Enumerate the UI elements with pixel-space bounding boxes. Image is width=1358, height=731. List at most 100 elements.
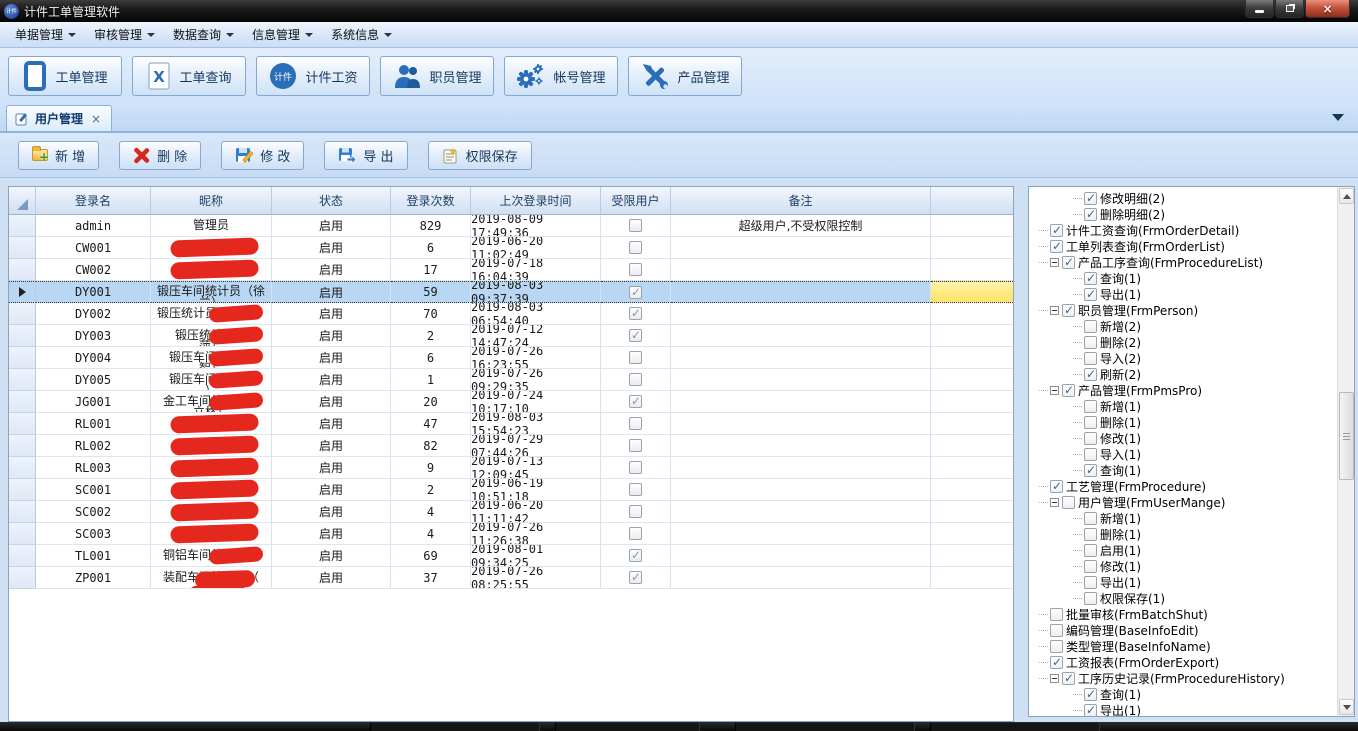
tree-item[interactable]: 查询(1)	[1029, 462, 1354, 478]
table-row[interactable]: DY004锻压车间主任（智）启用62019-07-26 16:23:55	[9, 347, 1013, 369]
tree-item[interactable]: 导入(2)	[1029, 350, 1354, 366]
tree-item[interactable]: 刷新(2)	[1029, 366, 1354, 382]
table-row[interactable]: DY001锻压车间统计员（徐兰）启用592019-08-03 09:37:39	[9, 281, 1013, 303]
tree-item[interactable]: 新增(2)	[1029, 318, 1354, 334]
tree-checkbox[interactable]	[1084, 400, 1097, 413]
tree-checkbox[interactable]	[1084, 288, 1097, 301]
menu-item-5[interactable]: 系统信息	[322, 22, 401, 47]
row-header-cell[interactable]	[9, 479, 36, 501]
tree-item[interactable]: 计件工资查询(FrmOrderDetail)	[1029, 222, 1354, 238]
tree-item[interactable]: 类型管理(BaseInfoName)	[1029, 638, 1354, 654]
tab-user-management[interactable]: 用户管理 ×	[6, 105, 112, 131]
row-header-cell[interactable]	[9, 259, 36, 281]
restricted-checkbox[interactable]	[629, 286, 642, 299]
tree-checkbox[interactable]	[1062, 304, 1075, 317]
tree-checkbox[interactable]	[1062, 672, 1075, 685]
tree-item[interactable]: 用户管理(FrmUserMange)	[1029, 494, 1354, 510]
tree-checkbox[interactable]	[1050, 240, 1063, 253]
scroll-down-button[interactable]	[1339, 699, 1354, 715]
close-button[interactable]: ×	[1305, 0, 1350, 18]
work-order-button[interactable]: 工单管理	[8, 56, 122, 96]
collapse-icon[interactable]	[1050, 386, 1059, 395]
tree-checkbox[interactable]	[1050, 480, 1063, 493]
tree-item[interactable]: 批量审核(FrmBatchShut)	[1029, 606, 1354, 622]
tree-item[interactable]: 启用(1)	[1029, 542, 1354, 558]
restricted-checkbox[interactable]	[629, 329, 642, 342]
row-header-cell[interactable]	[9, 435, 36, 457]
row-header-cell[interactable]	[9, 237, 36, 259]
tree-item[interactable]: 查询(1)	[1029, 270, 1354, 286]
tree-item[interactable]: 导入(1)	[1029, 446, 1354, 462]
tree-checkbox[interactable]	[1084, 352, 1097, 365]
table-row[interactable]: DY002锻压统计员（ ）启用702019-08-03 06:54:40	[9, 303, 1013, 325]
row-header-cell[interactable]	[9, 457, 36, 479]
tree-item[interactable]: 产品工序查询(FrmProcedureList)	[1029, 254, 1354, 270]
row-header-cell[interactable]	[9, 523, 36, 545]
row-header-cell[interactable]	[9, 391, 36, 413]
collapse-icon[interactable]	[1050, 498, 1059, 507]
restricted-checkbox[interactable]	[629, 505, 642, 518]
tree-checkbox[interactable]	[1084, 528, 1097, 541]
tree-checkbox[interactable]	[1084, 416, 1097, 429]
tree-item[interactable]: 工序历史记录(FrmProcedureHistory)	[1029, 670, 1354, 686]
tree-item[interactable]: 导出(1)	[1029, 286, 1354, 302]
collapse-icon[interactable]	[1050, 306, 1059, 315]
tree-item[interactable]: 删除(1)	[1029, 526, 1354, 542]
tree-checkbox[interactable]	[1084, 192, 1097, 205]
tree-checkbox[interactable]	[1084, 464, 1097, 477]
restricted-checkbox[interactable]	[629, 263, 642, 276]
menu-item-3[interactable]: 数据查询	[164, 22, 243, 47]
restricted-checkbox[interactable]	[629, 395, 642, 408]
restricted-checkbox[interactable]	[629, 571, 642, 584]
restricted-checkbox[interactable]	[629, 417, 642, 430]
table-row[interactable]: DY003锻压统计员（萍）启用22019-07-12 14:47:24	[9, 325, 1013, 347]
scrollbar-thumb[interactable]	[1339, 392, 1354, 480]
restricted-checkbox[interactable]	[629, 219, 642, 232]
restricted-checkbox[interactable]	[629, 527, 642, 540]
restricted-checkbox[interactable]	[629, 351, 642, 364]
add-button[interactable]: 新 增	[18, 141, 99, 170]
column-header-8[interactable]	[931, 187, 1014, 215]
column-header-4[interactable]: 登录次数	[391, 187, 471, 215]
modify-button[interactable]: 修 改	[221, 141, 304, 170]
tree-item[interactable]: 产品管理(FrmPmsPro)	[1029, 382, 1354, 398]
table-row[interactable]: SC002启用42019-06-20 11:11:42	[9, 501, 1013, 523]
row-header-cell[interactable]	[9, 567, 36, 589]
tree-item[interactable]: 查询(1)	[1029, 686, 1354, 702]
tree-item[interactable]: 删除(1)	[1029, 414, 1354, 430]
menu-item-1[interactable]: 单据管理	[6, 22, 85, 47]
table-row[interactable]: admin管理员启用8292019-08-09 17:49:36超级用户,不受权…	[9, 215, 1013, 237]
tree-scrollbar[interactable]	[1337, 187, 1354, 716]
account-gears-button[interactable]: 帐号管理	[504, 56, 618, 96]
collapse-icon[interactable]	[1050, 674, 1059, 683]
export-button[interactable]: 导 出	[324, 141, 407, 170]
collapse-icon[interactable]	[1050, 258, 1059, 267]
table-row[interactable]: CW002启用172019-07-18 16:04:39	[9, 259, 1013, 281]
table-row[interactable]: SC003启用42019-07-26 11:26:38	[9, 523, 1013, 545]
table-row[interactable]: RL003启用92019-07-13 12:09:45	[9, 457, 1013, 479]
row-header-cell[interactable]	[9, 347, 36, 369]
restricted-checkbox[interactable]	[629, 439, 642, 452]
tree-item[interactable]: 导出(1)	[1029, 702, 1354, 717]
tree-checkbox[interactable]	[1050, 656, 1063, 669]
delete-button[interactable]: 删 除	[119, 141, 201, 170]
staff-button[interactable]: 职员管理	[380, 56, 494, 96]
row-header-cell[interactable]	[9, 501, 36, 523]
table-row[interactable]: RL002启用822019-07-29 07:44:26	[9, 435, 1013, 457]
tree-checkbox[interactable]	[1084, 560, 1097, 573]
tree-item[interactable]: 职员管理(FrmPerson)	[1029, 302, 1354, 318]
save-permission-button[interactable]: 权限保存	[428, 141, 532, 170]
tree-checkbox[interactable]	[1084, 688, 1097, 701]
tree-checkbox[interactable]	[1062, 496, 1075, 509]
tree-checkbox[interactable]	[1084, 272, 1097, 285]
restore-button[interactable]	[1275, 0, 1304, 18]
row-header-cell[interactable]	[9, 369, 36, 391]
tree-checkbox[interactable]	[1084, 704, 1097, 717]
tree-checkbox[interactable]	[1084, 592, 1097, 605]
tree-checkbox[interactable]	[1050, 624, 1063, 637]
column-header-6[interactable]: 受限用户	[601, 187, 671, 215]
column-header-5[interactable]: 上次登录时间	[471, 187, 601, 215]
select-all-corner[interactable]	[9, 187, 36, 215]
table-row[interactable]: ZP001装配车间统计员（启用372019-07-26 08:25:55	[9, 567, 1013, 589]
tab-list-dropdown-icon[interactable]	[1332, 114, 1344, 121]
